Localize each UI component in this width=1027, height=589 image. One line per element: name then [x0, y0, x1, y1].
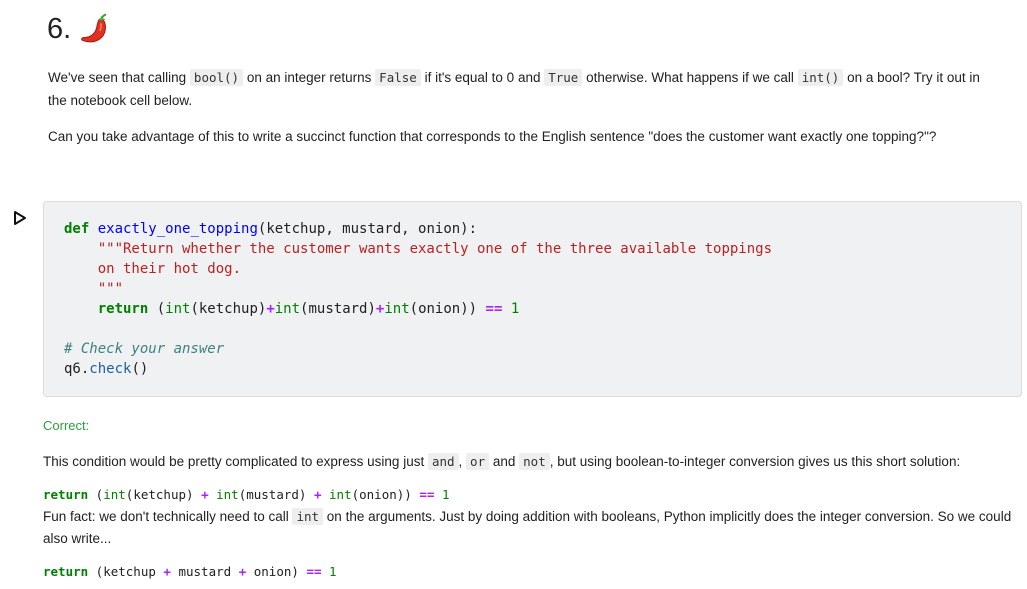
code-text: q6.: [64, 361, 90, 377]
keyword: return: [43, 564, 89, 579]
text: We've seen that calling: [48, 70, 190, 85]
code-text: (ketchup: [88, 564, 164, 579]
function-name: exactly_one_topping: [97, 221, 258, 237]
builtin: int: [329, 487, 352, 502]
status-correct: Correct:: [43, 418, 90, 433]
code-text: (ketchup, mustard, onion):: [257, 221, 478, 237]
code-editor[interactable]: def exactly_one_topping(ketchup, mustard…: [64, 219, 772, 379]
code-text: (: [88, 487, 104, 502]
operator: +: [163, 564, 171, 579]
text: ,: [458, 454, 467, 469]
builtin: int: [103, 487, 126, 502]
inline-code: or: [466, 453, 490, 470]
hot-pepper-icon: [81, 13, 107, 43]
question-paragraph-1: We've seen that calling bool() on an int…: [48, 66, 988, 112]
question-paragraph-2: Can you take advantage of this to write …: [48, 129, 937, 144]
number: 1: [441, 487, 450, 502]
number: 1: [329, 564, 337, 579]
operator: +: [201, 487, 209, 502]
code-text: (mustard): [238, 487, 314, 502]
section-heading: 6.: [47, 10, 115, 48]
number: 1: [510, 301, 520, 317]
method-name: check: [89, 361, 132, 377]
operator: +: [266, 301, 275, 317]
docstring: """: [64, 281, 124, 297]
inline-code: True: [544, 69, 583, 86]
operator: ==: [306, 564, 322, 579]
explanation-paragraph-2: Fun fact: we don't technically need to c…: [43, 506, 1013, 550]
builtin: int: [216, 487, 239, 502]
text: and: [489, 454, 520, 469]
inline-code: not: [519, 453, 550, 470]
code-text: (onion)): [409, 301, 478, 317]
code-cell[interactable]: def exactly_one_topping(ketchup, mustard…: [43, 201, 1022, 397]
keyword: return: [43, 487, 89, 502]
keyword: def: [64, 221, 90, 237]
text: if it's equal to 0 and: [420, 70, 545, 85]
text: This condition would be pretty complicat…: [43, 454, 428, 469]
comment: # Check your answer: [64, 341, 225, 357]
text: otherwise. What happens if we call: [582, 70, 798, 85]
solution-code-2: return (ketchup + mustard + onion) == 1: [43, 564, 337, 579]
inline-code: int(): [797, 69, 844, 86]
inline-code: False: [375, 69, 421, 86]
question-number: 6.: [47, 12, 72, 45]
docstring: """Return whether the customer wants exa…: [64, 241, 773, 257]
code-text: (: [148, 301, 166, 317]
code-text: (mustard): [300, 301, 376, 317]
operator: +: [313, 487, 322, 502]
keyword: return: [97, 301, 149, 317]
explanation-paragraph-1: This condition would be pretty complicat…: [43, 451, 1018, 473]
builtin: int: [165, 301, 191, 317]
operator: ==: [485, 301, 503, 317]
solution-code-1: return (int(ketchup) + int(mustard) + in…: [43, 487, 449, 502]
run-triangle-icon[interactable]: [12, 210, 28, 226]
text: Fun fact: we don't technically need to c…: [43, 509, 293, 524]
inline-code: and: [427, 453, 459, 470]
builtin: int: [384, 301, 410, 317]
text: , but using boolean-to-integer conversio…: [549, 454, 961, 469]
code-text: (ketchup): [125, 487, 202, 502]
operator: ==: [419, 487, 435, 502]
code-text: mustard: [170, 564, 239, 579]
code-text: (onion)): [351, 487, 420, 502]
builtin: int: [274, 301, 301, 317]
docstring: on their hot dog.: [64, 261, 242, 277]
inline-code: bool(): [189, 69, 244, 86]
code-text: (): [131, 361, 149, 377]
code-text: onion): [246, 564, 307, 579]
text: on an integer returns: [243, 70, 376, 85]
inline-code: int: [292, 508, 324, 525]
code-text: (ketchup): [190, 301, 267, 317]
